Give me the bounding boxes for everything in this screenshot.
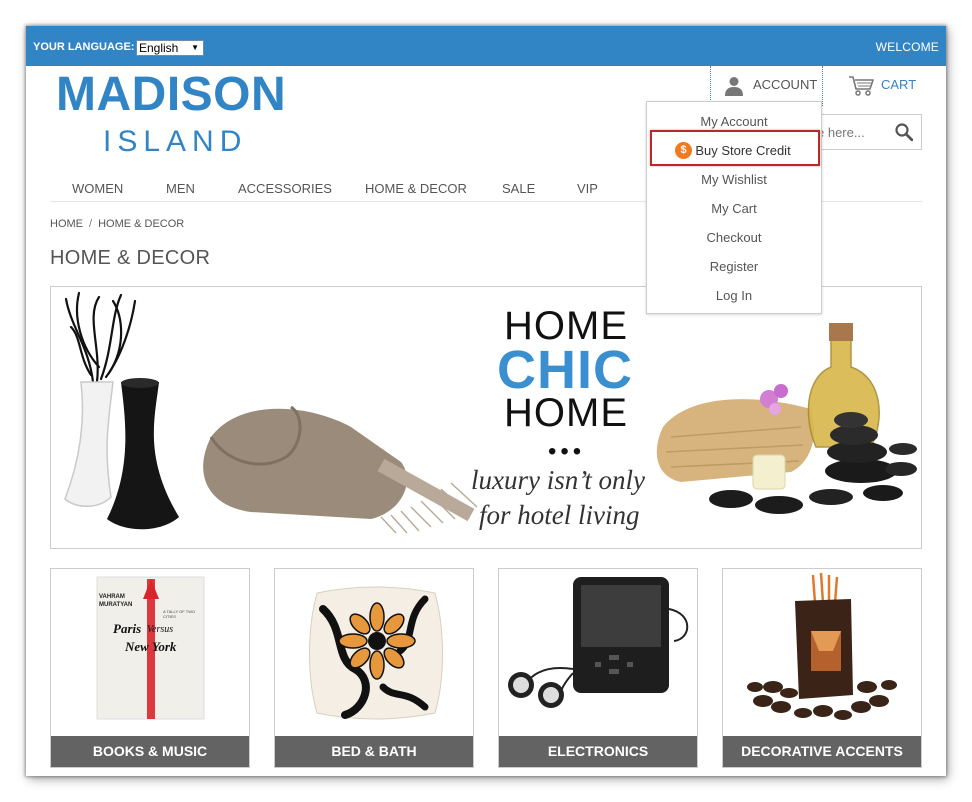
cart-label: CART	[881, 77, 917, 92]
menu-item-my-cart[interactable]: My Cart	[647, 201, 821, 216]
category-tile-decorative-accents[interactable]: DECORATIVE ACCENTS	[722, 568, 922, 768]
banner-tagline-1: luxury isn’t only	[471, 465, 645, 495]
banner-dots: •••	[548, 438, 586, 465]
search-icon[interactable]	[895, 123, 913, 141]
search-placeholder: e here...	[817, 125, 865, 140]
category-tile-books-music[interactable]: VAHRAM MURATYAN A TALLY OF TWO CITIES Pa…	[50, 568, 250, 768]
search-input[interactable]: e here...	[806, 114, 922, 150]
logo-main-text: MADISON	[56, 68, 287, 121]
nav-item-vip[interactable]: VIP	[577, 181, 598, 196]
cart-link[interactable]: CART	[848, 66, 938, 106]
book-subtitle: A TALLY OF TWO CITIES	[163, 609, 196, 619]
language-label: YOUR LANGUAGE:	[33, 41, 135, 53]
account-link[interactable]: ACCOUNT	[710, 66, 823, 106]
category-label-bed-bath: BED & BATH	[275, 736, 473, 767]
breadcrumb-home[interactable]: HOME	[50, 218, 83, 230]
nav-item-home-decor[interactable]: HOME & DECOR	[365, 181, 467, 196]
category-label-decorative-accents: DECORATIVE ACCENTS	[723, 736, 921, 767]
promo-banner[interactable]: HOME CHIC HOME ••• luxury isn’t only for…	[50, 286, 922, 549]
menu-item-my-account[interactable]: My Account	[647, 114, 821, 129]
banner-tagline-2: for hotel living	[479, 500, 640, 530]
menu-item-buy-store-credit[interactable]: Buy Store Credit	[647, 143, 821, 158]
menu-item-register[interactable]: Register	[647, 259, 821, 274]
welcome-message: WELCOME	[875, 40, 939, 54]
cart-icon	[849, 76, 874, 96]
account-label: ACCOUNT	[753, 77, 818, 92]
banner-headline-3: HOME	[504, 391, 628, 435]
book-title-2: Versus	[147, 624, 174, 635]
menu-item-checkout[interactable]: Checkout	[647, 230, 821, 245]
breadcrumb-current: HOME & DECOR	[98, 218, 185, 230]
logo-sub-text: ISLAND	[103, 125, 248, 158]
category-tile-bed-bath[interactable]: BED & BATH	[274, 568, 474, 768]
book-title-3: New York	[125, 639, 177, 654]
nav-item-women[interactable]: WOMEN	[72, 181, 123, 196]
menu-item-log-in[interactable]: Log In	[647, 288, 821, 303]
nav-item-men[interactable]: MEN	[166, 181, 195, 196]
menu-item-my-wishlist[interactable]: My Wishlist	[647, 172, 821, 187]
book-title-1: Paris	[113, 621, 142, 636]
book-author: VAHRAM MURATYAN	[99, 594, 133, 608]
chevron-down-icon: ▼	[191, 43, 199, 52]
category-label-books-music: BOOKS & MUSIC	[51, 736, 249, 767]
language-value: English	[139, 41, 179, 55]
browser-window: YOUR LANGUAGE: English ▼ WELCOME MADISON…	[26, 26, 946, 776]
account-dropdown-menu: My Account $ Buy Store Credit My Wishlis…	[646, 101, 822, 314]
nav-item-accessories[interactable]: ACCESSORIES	[238, 181, 332, 196]
language-select[interactable]: English ▼	[136, 40, 204, 56]
breadcrumb-separator: /	[89, 218, 93, 230]
category-label-electronics: ELECTRONICS	[499, 736, 697, 767]
page-title: HOME & DECOR	[50, 247, 211, 269]
user-icon	[725, 77, 743, 96]
breadcrumb: HOME / HOME & DECOR	[50, 218, 184, 230]
nav-item-sale[interactable]: SALE	[502, 181, 535, 196]
category-tile-electronics[interactable]: ELECTRONICS	[498, 568, 698, 768]
top-bar: YOUR LANGUAGE: English ▼ WELCOME	[26, 26, 946, 66]
